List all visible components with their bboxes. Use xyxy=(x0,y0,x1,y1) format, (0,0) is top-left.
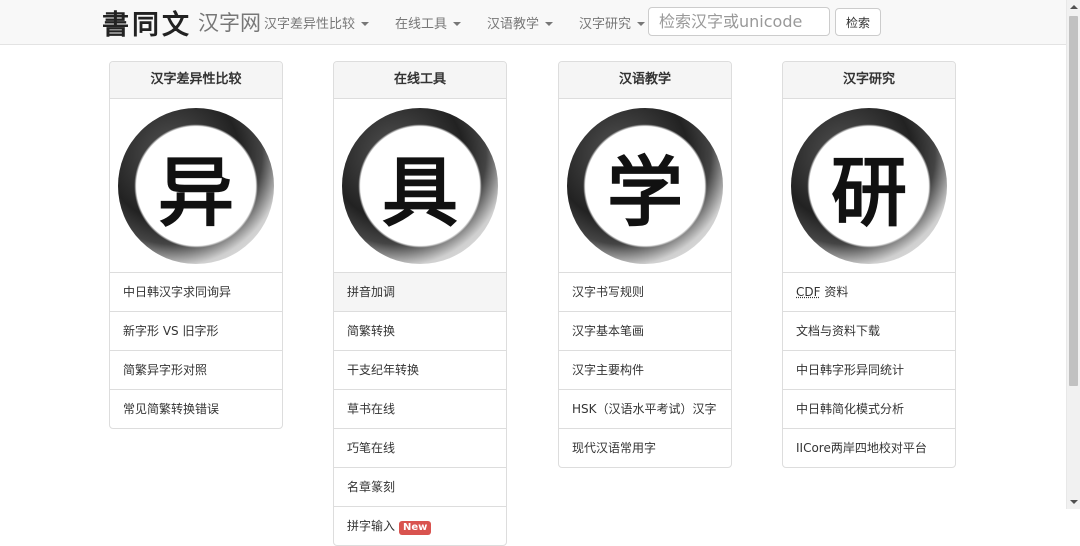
list-item[interactable]: 巧笔在线 xyxy=(334,429,506,468)
list-item[interactable]: 新字形 VS 旧字形 xyxy=(110,312,282,351)
panel-chinese-teaching: 汉语教学 学 汉字书写规则 汉字基本笔画 汉字主要构件 HSK（汉语水平考试）汉… xyxy=(558,61,732,468)
list-item-label: 资料 xyxy=(824,285,849,299)
list-item[interactable]: HSK（汉语水平考试）汉字 xyxy=(559,390,731,429)
list-item-label: 拼字输入 xyxy=(347,519,396,533)
list-item[interactable]: 中日韩字形异同统计 xyxy=(783,351,955,390)
panel-heading: 汉语教学 xyxy=(559,62,731,99)
list-item[interactable]: 中日韩简化模式分析 xyxy=(783,390,955,429)
nav-menu-online-tools[interactable]: 在线工具 xyxy=(395,13,462,32)
caret-down-icon xyxy=(361,22,370,26)
page-scrollbar[interactable] xyxy=(1066,0,1080,509)
caret-down-icon xyxy=(453,22,462,26)
panel-hanzi-comparison: 汉字差异性比较 异 中日韩汉字求同询异 新字形 VS 旧字形 简繁异字形对照 常… xyxy=(109,61,283,429)
list-item[interactable]: 常见简繁转换错误 xyxy=(110,390,282,428)
ink-circle-icon: 学 xyxy=(567,107,723,264)
calligraphy-glyph: 异 xyxy=(158,147,234,237)
list-item[interactable]: 文档与资料下载 xyxy=(783,312,955,351)
ink-circle-icon: 异 xyxy=(118,107,274,264)
list-item[interactable]: 草书在线 xyxy=(334,390,506,429)
caret-down-icon xyxy=(545,22,554,26)
list-item-cdf[interactable]: CDF 资料 xyxy=(783,273,955,312)
panel-heading: 在线工具 xyxy=(334,62,506,99)
nav-menu-hanzi-comparison[interactable]: 汉字差异性比较 xyxy=(264,13,370,32)
list-item[interactable]: 简繁转换 xyxy=(334,312,506,351)
list-item[interactable]: 名章篆刻 xyxy=(334,468,506,507)
nav-menu-label: 汉字差异性比较 xyxy=(264,16,356,32)
list-item[interactable]: 拼音加调 xyxy=(334,273,506,312)
list-item-pinzi-input[interactable]: 拼字输入 New xyxy=(334,507,506,545)
list-item[interactable]: 汉字主要构件 xyxy=(559,351,731,390)
new-badge: New xyxy=(399,521,432,535)
cdf-abbr: CDF xyxy=(796,285,821,299)
scrollbar-thumb[interactable] xyxy=(1069,16,1078,386)
nav-menu: 汉字差异性比较 在线工具 汉语教学 汉字研究 xyxy=(264,0,671,44)
panel-image[interactable]: 学 xyxy=(559,99,731,273)
list-item[interactable]: 中日韩汉字求同询异 xyxy=(110,273,282,312)
nav-menu-hanzi-research[interactable]: 汉字研究 xyxy=(579,13,646,32)
list-item[interactable]: IICore两岸四地校对平台 xyxy=(783,429,955,467)
scroll-up-arrow-icon[interactable] xyxy=(1070,5,1078,9)
brand-logo[interactable]: 書同文 xyxy=(102,3,192,42)
nav-menu-label: 在线工具 xyxy=(395,16,448,32)
nav-menu-chinese-teaching[interactable]: 汉语教学 xyxy=(487,13,554,32)
search-button[interactable]: 检索 xyxy=(835,8,881,36)
list-item[interactable]: 汉字书写规则 xyxy=(559,273,731,312)
list-item[interactable]: 汉字基本笔画 xyxy=(559,312,731,351)
list-item[interactable]: 干支纪年转换 xyxy=(334,351,506,390)
navbar: 書同文 汉字网 汉字差异性比较 在线工具 汉语教学 汉字研究 检索 xyxy=(0,0,1066,45)
scroll-down-arrow-icon[interactable] xyxy=(1070,500,1078,504)
panel-hanzi-research: 汉字研究 研 CDF 资料 文档与资料下载 中日韩字形异同统计 中日韩简化模式分… xyxy=(782,61,956,468)
caret-down-icon xyxy=(637,22,646,26)
calligraphy-glyph: 研 xyxy=(831,147,907,237)
brand-text[interactable]: 汉字网 xyxy=(198,7,261,37)
calligraphy-glyph: 学 xyxy=(607,147,683,237)
ink-circle-icon: 具 xyxy=(342,107,498,264)
nav-menu-label: 汉字研究 xyxy=(579,16,632,32)
panel-heading: 汉字差异性比较 xyxy=(110,62,282,99)
panel-image[interactable]: 异 xyxy=(110,99,282,273)
calligraphy-glyph: 具 xyxy=(382,147,458,237)
list-item[interactable]: 简繁异字形对照 xyxy=(110,351,282,390)
search-input[interactable] xyxy=(648,7,830,36)
panel-heading: 汉字研究 xyxy=(783,62,955,99)
brand[interactable]: 書同文 汉字网 xyxy=(102,6,261,41)
panel-image[interactable]: 具 xyxy=(334,99,506,273)
nav-menu-label: 汉语教学 xyxy=(487,16,540,32)
panel-image[interactable]: 研 xyxy=(783,99,955,273)
ink-circle-icon: 研 xyxy=(791,107,947,264)
panel-online-tools: 在线工具 具 拼音加调 简繁转换 干支纪年转换 草书在线 巧笔在线 名章篆刻 拼… xyxy=(333,61,507,546)
list-item[interactable]: 现代汉语常用字 xyxy=(559,429,731,467)
